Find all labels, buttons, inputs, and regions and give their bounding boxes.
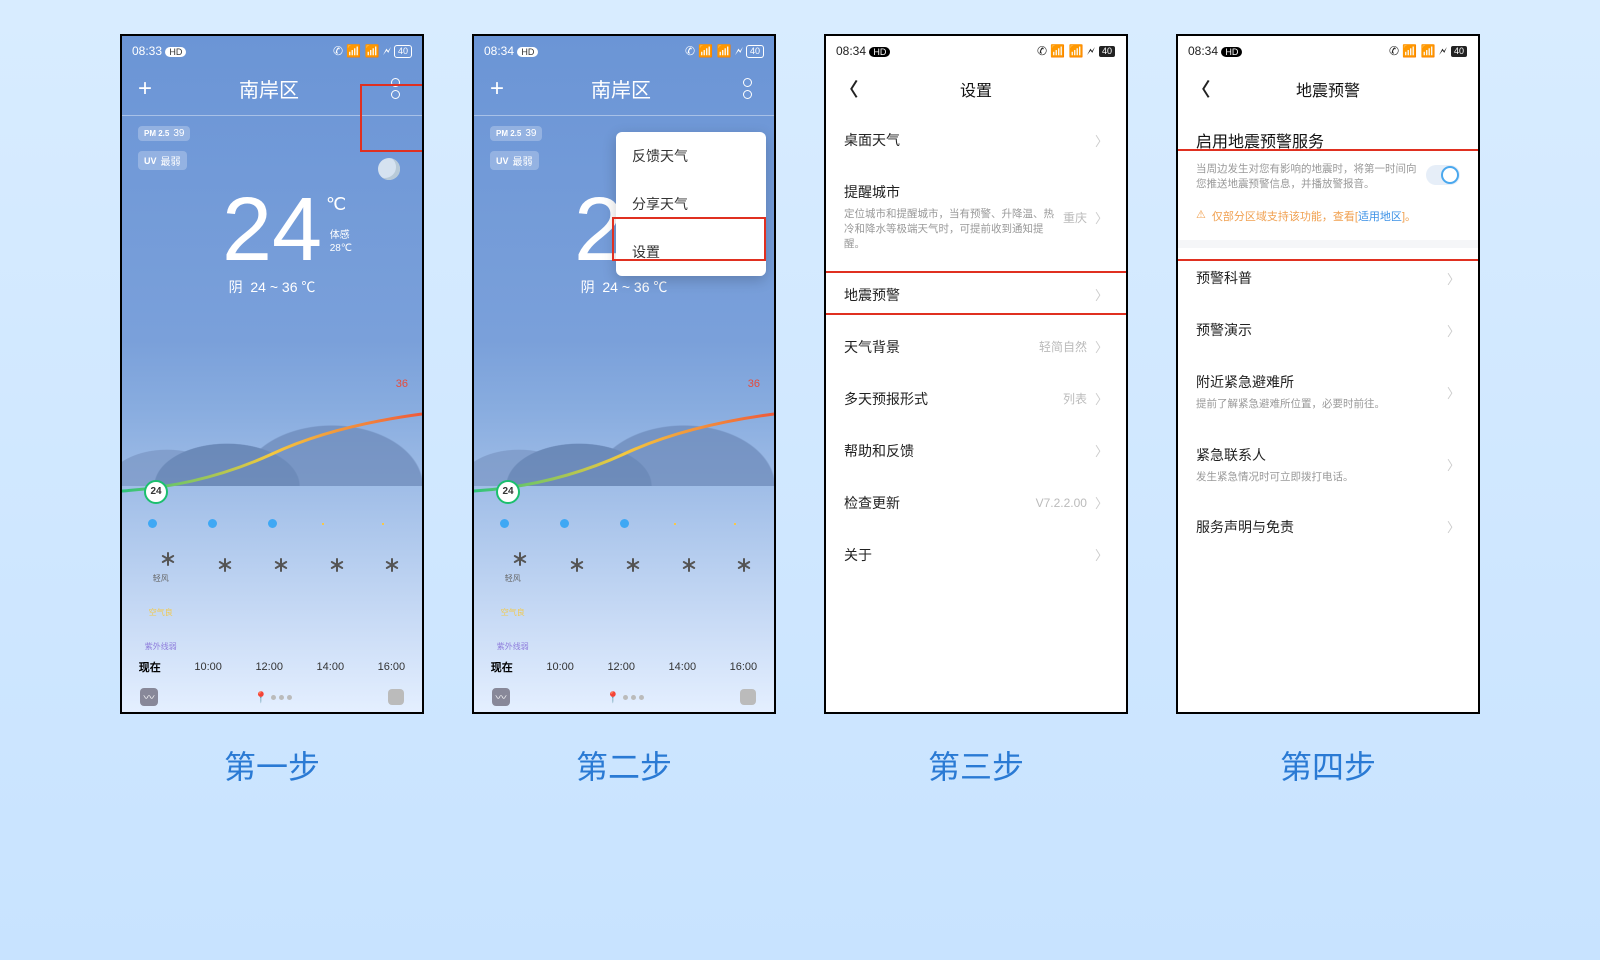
row-update[interactable]: 检查更新V7.2.2.00〉	[826, 477, 1126, 529]
bottom-bar: 〰 📍	[122, 682, 422, 712]
page-title: 地震预警	[1178, 77, 1478, 101]
location-title: 南岸区	[239, 74, 299, 103]
uv-badge: UV最弱	[138, 151, 187, 170]
phone-frame-3: 08:34 HD ✆ 📶 📶 🗲 40 〈设置 桌面天气〉 提醒城市定位城市和提…	[824, 34, 1128, 714]
home-icon[interactable]	[388, 689, 404, 705]
add-city-button[interactable]: +	[138, 77, 152, 101]
row-weather-bg[interactable]: 天气背景轻简自然〉	[826, 321, 1126, 373]
add-city-button[interactable]: +	[490, 77, 504, 101]
overflow-menu: 反馈天气 分享天气 设置	[616, 132, 766, 276]
row-desktop-weather[interactable]: 桌面天气〉	[826, 114, 1126, 166]
menu-share[interactable]: 分享天气	[616, 180, 766, 228]
phone-frame-4: 08:34 HD ✆ 📶 📶 🗲 40 〈地震预警 启用地震预警服务 当周边发生…	[1176, 34, 1480, 714]
step-caption: 第三步	[928, 742, 1024, 788]
step-caption: 第二步	[576, 742, 672, 788]
page-title: 设置	[826, 77, 1126, 101]
menu-settings[interactable]: 设置	[616, 228, 766, 276]
region-warning: ⚠仅部分区域支持该功能，查看[适用地区]。	[1178, 208, 1478, 236]
status-bar: 08:33 HD ✆ 📶 📶 🗲 40	[122, 36, 422, 62]
chevron-right-icon: 〉	[1095, 131, 1108, 150]
menu-feedback[interactable]: 反馈天气	[616, 132, 766, 180]
status-bar: 08:34 HD ✆ 📶 📶 🗲 40	[474, 36, 774, 62]
phone-frame-2: 08:34 HD ✆ 📶 📶 🗲 40 +南岸区 PM 2.539 UV最弱 2…	[472, 34, 776, 714]
more-menu-button[interactable]	[738, 78, 758, 99]
row-help[interactable]: 帮助和反馈〉	[826, 425, 1126, 477]
row-about[interactable]: 关于〉	[826, 529, 1126, 581]
moon-icon	[378, 158, 400, 180]
step-caption: 第一步	[224, 742, 320, 788]
step-caption: 第四步	[1280, 742, 1376, 788]
step-1: 08:33 HD ✆ 📶 📶 🗲 40 + 南岸区 PM 2.539 UV最弱 …	[120, 34, 424, 788]
supported-regions-link[interactable]: 适用地区	[1358, 211, 1402, 223]
step-4: 08:34 HD ✆ 📶 📶 🗲 40 〈地震预警 启用地震预警服务 当周边发生…	[1176, 34, 1480, 788]
phone-frame-1: 08:33 HD ✆ 📶 📶 🗲 40 + 南岸区 PM 2.539 UV最弱 …	[120, 34, 424, 714]
row-remind-city[interactable]: 提醒城市定位城市和提醒城市，当有预警、升降温、热冷和降水等极端天气时，可提前收到…	[826, 166, 1126, 269]
tutorial-steps: 08:33 HD ✆ 📶 📶 🗲 40 + 南岸区 PM 2.539 UV最弱 …	[0, 0, 1600, 788]
step-2: 08:34 HD ✆ 📶 📶 🗲 40 +南岸区 PM 2.539 UV最弱 2…	[472, 34, 776, 788]
weather-header: + 南岸区	[122, 62, 422, 116]
row-science[interactable]: 预警科普〉	[1178, 252, 1478, 304]
row-shelter[interactable]: 附近紧急避难所提前了解紧急避难所位置，必要时前往。〉	[1178, 356, 1478, 428]
warning-icon: ⚠	[1196, 208, 1206, 221]
enable-toggle[interactable]	[1426, 165, 1460, 185]
status-bar: 08:34 HD ✆ 📶 📶 🗲 40	[826, 36, 1126, 62]
pm-badge: PM 2.539	[138, 126, 190, 141]
chart-icon[interactable]: 〰	[140, 688, 158, 706]
enable-service-card: 启用地震预警服务 当周边发生对您有影响的地震时，将第一时间向您推送地震预警信息，…	[1178, 114, 1478, 208]
hourly-grid: 轻风 空气良 紫外线弱 现在10:0012:0014:0016:00	[122, 516, 422, 682]
status-bar: 08:34 HD ✆ 📶 📶 🗲 40	[1178, 36, 1478, 62]
row-demo[interactable]: 预警演示〉	[1178, 304, 1478, 356]
row-forecast-style[interactable]: 多天预报形式列表〉	[826, 373, 1126, 425]
row-earthquake-warning[interactable]: 地震预警〉	[826, 269, 1126, 321]
row-disclaimer[interactable]: 服务声明与免责〉	[1178, 501, 1478, 553]
current-temp: 24℃ 体感28℃	[222, 190, 322, 271]
more-menu-button[interactable]	[386, 78, 406, 99]
row-emergency-contact[interactable]: 紧急联系人发生紧急情况时可立即拨打电话。〉	[1178, 429, 1478, 501]
step-3: 08:34 HD ✆ 📶 📶 🗲 40 〈设置 桌面天气〉 提醒城市定位城市和提…	[824, 34, 1128, 788]
